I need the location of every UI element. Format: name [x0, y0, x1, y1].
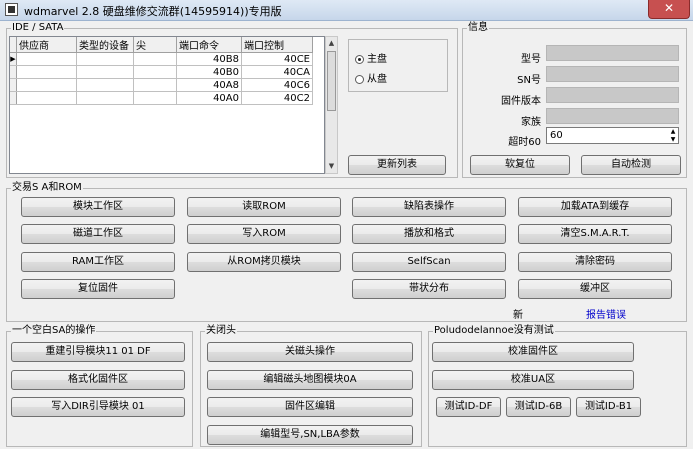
table-row[interactable]: ▶ 40B8 40CE: [10, 52, 313, 66]
test-group-label: Poludodelannoe没有测试: [433, 325, 555, 337]
port-control-cell: 40CE: [241, 52, 313, 66]
column-header[interactable]: 尖: [133, 37, 177, 53]
app-icon: [5, 3, 18, 16]
play-format-button[interactable]: 播放和格式: [352, 224, 506, 244]
read-rom-button[interactable]: 读取ROM: [187, 197, 341, 217]
column-header[interactable]: 供应商: [16, 37, 77, 53]
port-command-cell: 40A0: [176, 91, 242, 105]
test-id-b1-button[interactable]: 测试ID-B1: [576, 397, 641, 417]
column-header[interactable]: 端口控制: [241, 37, 313, 53]
close-button[interactable]: ✕: [648, 0, 690, 19]
write-rom-button[interactable]: 写入ROM: [187, 224, 341, 244]
info-group-label: 信息: [467, 22, 489, 34]
zone-distribution-button[interactable]: 带状分布: [352, 279, 506, 299]
edit-model-sn-lba-button[interactable]: 编辑型号,SN,LBA参数: [207, 425, 413, 445]
buffer-button[interactable]: 缓冲区: [518, 279, 672, 299]
firmware-area-edit-button[interactable]: 固件区编辑: [207, 397, 413, 417]
table-row[interactable]: 40A8 40C6: [10, 78, 313, 92]
selfscan-button[interactable]: SelfScan: [352, 252, 506, 272]
port-command-cell: 40B0: [176, 65, 242, 79]
device-table[interactable]: 供应商 类型的设备 尖 端口命令 端口控制 ▶ 40B8 40CE 40B0 4…: [9, 36, 325, 174]
table-row[interactable]: 40B0 40CA: [10, 65, 313, 79]
family-label: 家族: [521, 117, 541, 128]
spin-up-icon[interactable]: ▲: [668, 128, 678, 135]
port-command-cell: 40B8: [176, 52, 242, 66]
write-dir-boot-module-button[interactable]: 写入DIR引导模块 01: [11, 397, 185, 417]
test-id-6b-button[interactable]: 测试ID-6B: [506, 397, 571, 417]
port-command-cell: 40A8: [176, 78, 242, 92]
calibrate-firmware-area-button[interactable]: 校准固件区: [432, 342, 634, 362]
radio-unselected-icon: [355, 74, 364, 84]
calibrate-ua-area-button[interactable]: 校准UA区: [432, 370, 634, 390]
rebuild-boot-module-button[interactable]: 重建引导模块11 01 DF: [11, 342, 185, 362]
column-header[interactable]: 类型的设备: [76, 37, 134, 53]
clear-smart-button[interactable]: 清空S.M.A.R.T.: [518, 224, 672, 244]
defect-table-button[interactable]: 缺陷表操作: [352, 197, 506, 217]
serial-label: SN号: [517, 75, 541, 86]
track-workspace-button[interactable]: 磁道工作区: [21, 224, 175, 244]
soft-reset-button[interactable]: 软复位: [470, 155, 570, 175]
timeout-value: 60: [550, 130, 563, 141]
reset-firmware-button[interactable]: 复位固件: [21, 279, 175, 299]
module-workspace-button[interactable]: 模块工作区: [21, 197, 175, 217]
master-radio[interactable]: 主盘: [355, 50, 387, 65]
scroll-up-icon[interactable]: ▲: [327, 38, 336, 49]
model-label: 型号: [521, 54, 541, 65]
test-id-df-button[interactable]: 测试ID-DF: [436, 397, 501, 417]
scroll-down-icon[interactable]: ▼: [327, 161, 336, 172]
port-control-cell: 40C2: [241, 91, 313, 105]
family-field[interactable]: [546, 108, 679, 124]
copy-module-from-rom-button[interactable]: 从ROM拷贝模块: [187, 252, 341, 272]
load-ata-cache-button[interactable]: 加载ATA到缓存: [518, 197, 672, 217]
port-control-cell: 40C6: [241, 78, 313, 92]
model-field[interactable]: [546, 45, 679, 61]
window-title: wdmarvel 2.8 硬盘维修交流群(14595914))专用版: [24, 5, 282, 18]
table-row[interactable]: 40A0 40C2: [10, 91, 313, 105]
serial-field[interactable]: [546, 66, 679, 82]
slave-radio[interactable]: 从盘: [355, 70, 387, 85]
table-vertical-scrollbar[interactable]: ▲ ▼: [325, 36, 338, 174]
firmware-field[interactable]: [546, 87, 679, 103]
report-error-link[interactable]: 报告错误: [586, 306, 626, 321]
head-off-operation-button[interactable]: 关磁头操作: [207, 342, 413, 362]
new-label: 新: [513, 310, 523, 321]
port-control-cell: 40CA: [241, 65, 313, 79]
firmware-label: 固件版本: [501, 96, 541, 107]
timeout-spinner[interactable]: 60 ▲ ▼: [546, 127, 679, 144]
column-header[interactable]: 端口命令: [176, 37, 242, 53]
refresh-list-button[interactable]: 更新列表: [348, 155, 446, 175]
edit-head-map-button[interactable]: 编辑磁头地图模块0A: [207, 370, 413, 390]
empty-sa-group-label: 一个空白SA的操作: [11, 325, 97, 337]
timeout-label: 超时60: [508, 137, 541, 148]
title-bar: wdmarvel 2.8 硬盘维修交流群(14595914))专用版 ✕: [0, 0, 693, 21]
ide-sata-group-label: IDE / SATA: [11, 22, 65, 34]
heads-group-label: 关闭头: [205, 325, 237, 337]
radio-selected-icon: [355, 54, 364, 64]
sa-rom-group-label: 交易S A和ROM: [11, 182, 83, 194]
auto-detect-button[interactable]: 自动检测: [581, 155, 681, 175]
scrollbar-thumb[interactable]: [327, 51, 336, 111]
table-header-row: 供应商 类型的设备 尖 端口命令 端口控制: [10, 37, 313, 53]
spin-down-icon[interactable]: ▼: [668, 136, 678, 143]
ram-workspace-button[interactable]: RAM工作区: [21, 252, 175, 272]
format-firmware-area-button[interactable]: 格式化固件区: [11, 370, 185, 390]
clear-password-button[interactable]: 清除密码: [518, 252, 672, 272]
